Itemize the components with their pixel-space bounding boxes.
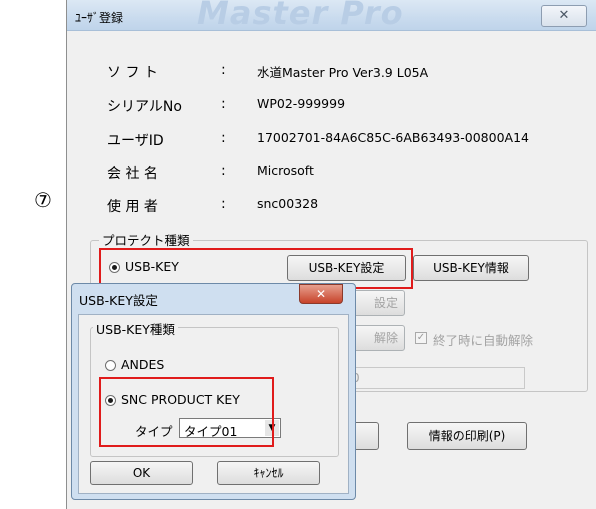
sub-dialog-title: USB-KEY設定 [79,293,158,308]
colon: : [221,62,226,78]
auto-release-label: 終了時に自動解除 [433,333,534,348]
software-label: ソ フ ト [107,65,158,81]
colon: : [221,96,226,112]
step-marker: ⑦ [34,188,52,212]
sub-dialog-body: USB-KEY種類 ANDES SNC PRODUCT KEY タイプ タイプ0… [78,314,349,494]
protect-group-title: プロテクト種類 [99,230,193,249]
user-value: snc00328 [257,196,319,211]
serial-value: WP02-999999 [257,96,346,111]
highlight-snc-key [99,377,274,447]
usb-key-info-button[interactable]: USB-KEY情報 [413,255,529,281]
colon: : [221,130,226,146]
software-value: 水道Master Pro Ver3.9 L05A [257,65,429,80]
dialog-title: ﾕｰｻﾞ登録 [75,11,124,25]
close-button[interactable]: ✕ [541,5,587,27]
usb-key-type-title: USB-KEY種類 [93,319,178,338]
title-bar[interactable]: Master Pro ﾕｰｻﾞ登録 ✕ [67,0,596,32]
colon: : [221,163,226,179]
partial-text-field[interactable]: 0 [347,367,525,389]
andes-radio-label: ANDES [121,357,165,372]
cancel-button[interactable]: ｷｬﾝｾﾙ [217,461,320,485]
print-info-button[interactable]: 情報の印刷(P) [407,422,527,450]
andes-radio[interactable] [105,360,116,371]
usb-key-setting-dialog: USB-KEY設定 ✕ USB-KEY種類 ANDES SNC PRODUCT … [71,283,356,500]
user-label: 使 用 者 [107,199,158,215]
title-watermark: Master Pro [197,0,404,32]
serial-label: シリアルNo [107,99,182,115]
company-value: Microsoft [257,163,314,178]
sub-close-button[interactable]: ✕ [299,284,343,304]
user-id-value: 17002701-84A6C85C-6AB63493-00800A14 [257,130,529,145]
colon: : [221,196,226,212]
ok-button[interactable]: OK [90,461,193,485]
auto-release-checkbox[interactable]: ✓ [415,332,427,344]
company-label: 会 社 名 [107,166,158,182]
user-id-label: ユーザID [107,133,164,149]
